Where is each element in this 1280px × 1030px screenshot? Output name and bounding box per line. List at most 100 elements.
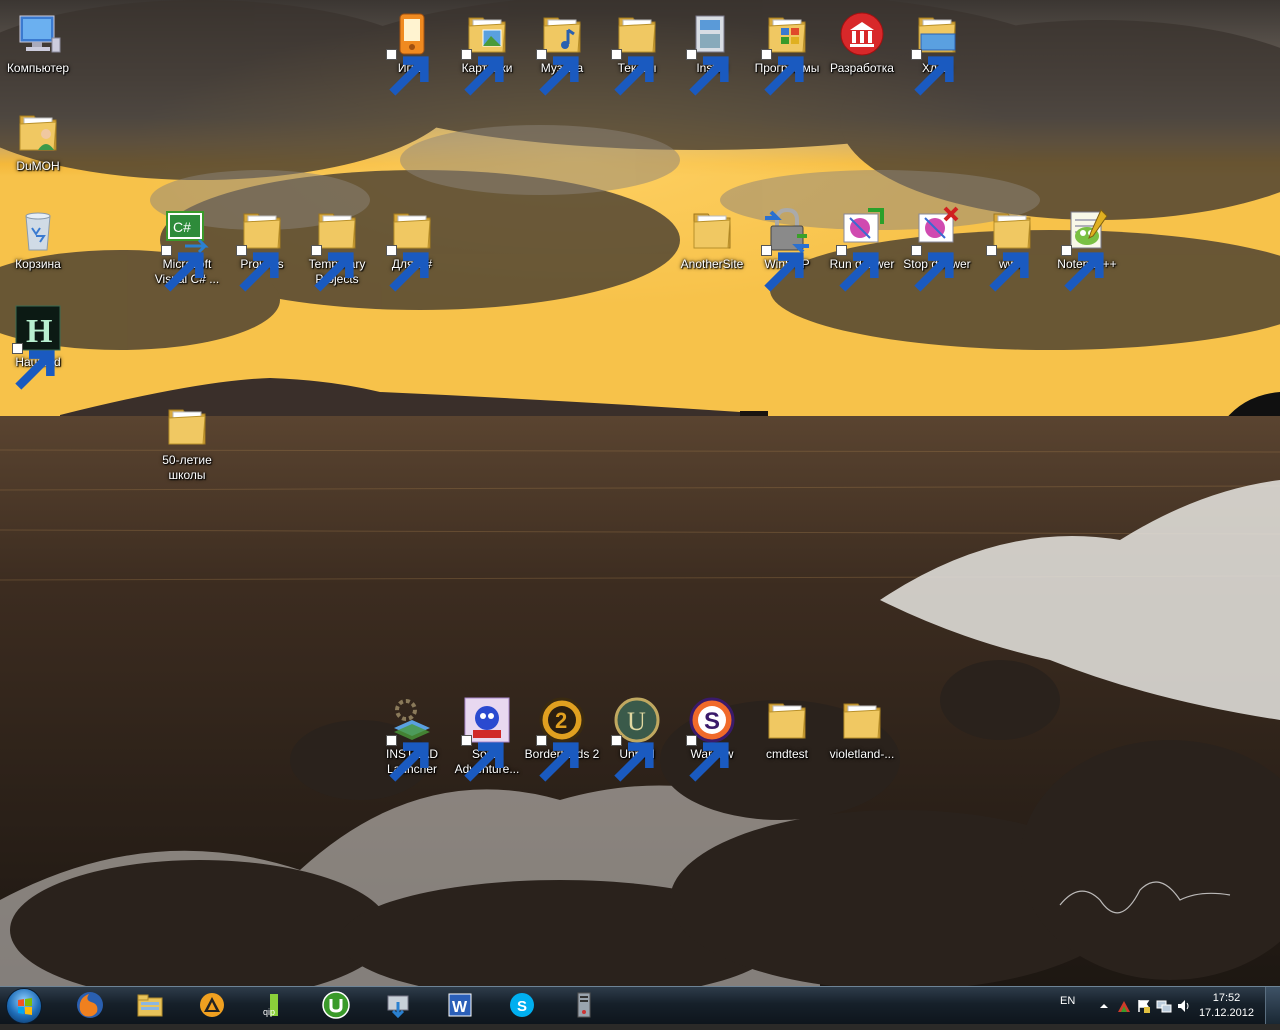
taskbar-word-button[interactable]: W [434, 989, 486, 1021]
sonic-icon [461, 696, 511, 782]
shortcut-arrow-icon [161, 245, 204, 292]
svg-text:S: S [704, 708, 720, 735]
programs-folder-icon [761, 10, 811, 96]
computer-icon [14, 10, 62, 58]
install-app-icon [686, 10, 736, 96]
desktop-icon[interactable]: U Unreal [599, 692, 675, 784]
shortcut-arrow-icon [911, 49, 954, 96]
desktop-icon[interactable]: S Warsow [674, 692, 750, 784]
recycle-bin-icon [14, 206, 62, 254]
taskbar-explorer-button[interactable] [124, 989, 176, 1021]
folder-icon [763, 696, 811, 744]
desktop-icon[interactable]: Хлам [899, 6, 975, 98]
haunted-app-icon: H [12, 304, 62, 390]
desktop-icon[interactable]: Программы [749, 6, 825, 98]
desktop-icon[interactable]: DuMOH [0, 104, 76, 196]
show-desktop-button[interactable] [1265, 987, 1280, 1024]
shortcut-arrow-icon [311, 245, 354, 292]
folder-icon [688, 206, 736, 254]
shortcut-arrow-icon [611, 49, 654, 96]
taskbar-firefox-button[interactable] [64, 989, 116, 1021]
taskbar-server-button[interactable] [558, 989, 610, 1021]
server-icon [577, 992, 591, 1018]
warsow-icon: S [686, 696, 736, 782]
taskbar-qip-button[interactable]: qip [248, 989, 300, 1021]
taskbar: qip W S EN 17:52 17.12.2012 [0, 986, 1280, 1024]
taskbar-skype-button[interactable]: S [496, 989, 548, 1021]
desktop-icon[interactable]: Stop denwer [899, 202, 975, 294]
desktop-icon[interactable]: Разработка [824, 6, 900, 98]
desktop-icon-label: DuMOH [16, 159, 60, 173]
desktop-icon[interactable]: Тексты [599, 6, 675, 98]
desktop-icon[interactable]: Картинки [449, 6, 525, 98]
svg-text:U: U [627, 707, 646, 736]
borderlands-icon: 2 [536, 696, 586, 782]
shortcut-arrow-icon [386, 49, 429, 96]
tray-app-icon[interactable] [1116, 998, 1132, 1014]
qip-icon: qip [263, 994, 278, 1017]
folder-icon [838, 696, 886, 744]
desktop-icon[interactable]: 50-летие школы [149, 398, 225, 490]
shortcut-arrow-icon [836, 245, 879, 292]
shortcut-arrow-icon [1061, 245, 1104, 292]
desktop-icon[interactable]: Run denwer [824, 202, 900, 294]
desktop-icon[interactable]: WinSCP [749, 202, 825, 294]
desktop-icon[interactable]: Temporary Projects [299, 202, 375, 294]
network-icon[interactable] [1156, 998, 1172, 1014]
desktop-icon[interactable]: cmdtest [749, 692, 825, 784]
shortcut-arrow-icon [761, 245, 804, 292]
folder-icon [611, 10, 661, 96]
desktop-icon-label: Компьютер [6, 61, 70, 75]
desktop-icon[interactable]: violetland-... [824, 692, 900, 784]
unreal-icon: U [611, 696, 661, 782]
clock[interactable]: 17:52 17.12.2012 [1199, 991, 1254, 1021]
desktop-icon[interactable]: Для C# [374, 202, 450, 294]
music-folder-icon [536, 10, 586, 96]
desktop-icon[interactable]: Sonic Adventure... [449, 692, 525, 784]
taskbar-downloader-button[interactable] [372, 989, 424, 1021]
clock-date: 17.12.2012 [1198, 1007, 1254, 1019]
desktop-icon[interactable]: Install [674, 6, 750, 98]
desktop-icon[interactable]: Компьютер [0, 6, 76, 98]
desktop-icon[interactable]: Корзина [0, 202, 76, 294]
show-hidden-icons-icon[interactable] [1096, 998, 1112, 1014]
folder-icon [236, 206, 286, 292]
desktop-icon[interactable]: INSTEAD Launcher [374, 692, 450, 784]
desktop-icon-label: Разработка [830, 61, 894, 75]
action-center-icon[interactable] [1136, 998, 1152, 1014]
pictures-folder-icon [461, 10, 511, 96]
desktop-icon[interactable]: Музыка [524, 6, 600, 98]
run-denwer-icon [836, 206, 886, 292]
desktop-icon[interactable]: H Haunted [0, 300, 76, 392]
taskbar-aimp-button[interactable] [186, 989, 238, 1021]
aimp-icon [200, 993, 224, 1017]
desktop-icon[interactable]: Projects [224, 202, 300, 294]
shortcut-arrow-icon [536, 49, 579, 96]
desktop-wallpaper [0, 0, 1280, 986]
volume-icon[interactable] [1176, 998, 1192, 1014]
desktop-icon[interactable]: AnotherSite [674, 202, 750, 294]
taskbar-utorrent-button[interactable] [310, 989, 362, 1021]
folder-icon [386, 206, 436, 292]
desktop-icon[interactable]: Игры [374, 6, 450, 98]
shortcut-arrow-icon [386, 735, 429, 782]
desktop-icon[interactable]: www [974, 202, 1050, 294]
desktop-icon-label: 50-летие школы [162, 453, 212, 482]
clock-time: 17:52 [1212, 992, 1241, 1004]
shortcut-arrow-icon [386, 245, 429, 292]
desktop-icon[interactable]: 2 Borderlands 2 [524, 692, 600, 784]
svg-text:qip: qip [263, 1007, 275, 1017]
desktop-icon[interactable]: C# Microsoft Visual C# ... [149, 202, 225, 294]
svg-text:C#: C# [173, 219, 191, 235]
shortcut-arrow-icon [911, 245, 954, 292]
desktop-icon-label: cmdtest [765, 747, 808, 761]
folder-icon [986, 206, 1036, 292]
shortcut-arrow-icon [986, 245, 1029, 292]
skype-icon: S [510, 993, 534, 1017]
start-button[interactable] [6, 988, 42, 1024]
user-folder-icon [14, 108, 62, 156]
language-indicator[interactable]: EN [1060, 995, 1075, 1007]
svg-text:S: S [517, 998, 527, 1015]
desktop-icon[interactable]: Notepad++ [1049, 202, 1125, 294]
dev-app-icon [838, 10, 886, 58]
